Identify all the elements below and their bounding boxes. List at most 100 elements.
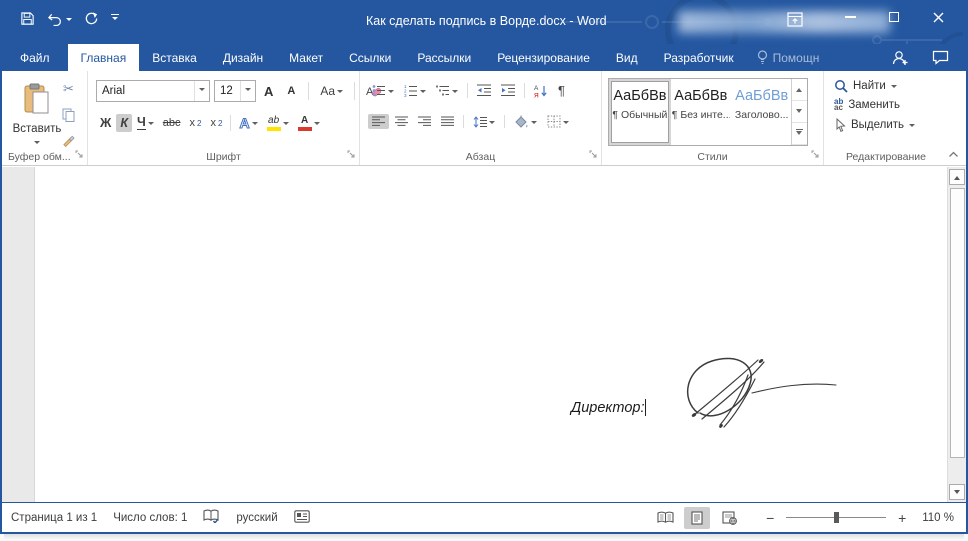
styles-gallery-more[interactable] xyxy=(792,123,807,145)
tab-developer[interactable]: Разработчик xyxy=(651,44,747,71)
superscript-button[interactable]: x2 xyxy=(207,115,227,131)
tab-mailings[interactable]: Рассылки xyxy=(404,44,484,71)
document-text-line[interactable]: Директор: xyxy=(571,399,646,416)
styles-gallery: АаБбВв ¶ Обычный АаБбВв ¶ Без инте... Аа… xyxy=(608,78,808,146)
title-bar: Как сделать подпись в Ворде.docx - Word xyxy=(2,0,966,44)
undo-dropdown[interactable] xyxy=(66,18,72,24)
scroll-up-button[interactable] xyxy=(949,169,965,185)
font-dialog-launcher[interactable] xyxy=(347,150,356,162)
signature-image[interactable] xyxy=(678,349,846,439)
web-layout-button[interactable] xyxy=(716,507,742,529)
tab-design[interactable]: Дизайн xyxy=(210,44,276,71)
word-count[interactable]: Число слов: 1 xyxy=(113,512,187,524)
scroll-down-button[interactable] xyxy=(949,484,965,500)
customize-qat-button[interactable] xyxy=(111,14,119,24)
replace-button[interactable]: abac Заменить xyxy=(834,99,915,112)
font-size-combo[interactable]: 12 xyxy=(214,80,256,102)
editing-group-label: Редактирование xyxy=(824,151,948,163)
align-left-button[interactable] xyxy=(368,114,389,129)
grow-font-button[interactable]: A xyxy=(260,82,279,101)
clipboard-small-buttons: ✂ xyxy=(58,79,79,149)
copy-icon[interactable] xyxy=(58,106,79,124)
styles-scroll-up[interactable] xyxy=(792,79,807,101)
tab-insert[interactable]: Вставка xyxy=(139,44,210,71)
cut-icon[interactable]: ✂ xyxy=(59,79,78,99)
multilevel-list-button[interactable] xyxy=(432,82,462,99)
underline-button[interactable]: Ч xyxy=(133,114,158,132)
tab-file[interactable]: Файл xyxy=(2,44,68,71)
zoom-level[interactable]: 110 % xyxy=(922,512,954,524)
paragraph-dialog-launcher[interactable] xyxy=(589,150,598,162)
sign-in-icon[interactable] xyxy=(882,45,918,71)
justify-button[interactable] xyxy=(437,114,458,129)
group-font: Arial 12 A A Aa А Ж К Ч a xyxy=(88,71,360,165)
align-right-button[interactable] xyxy=(414,114,435,129)
zoom-out-button[interactable]: − xyxy=(764,510,776,526)
tab-home[interactable]: Главная xyxy=(68,44,140,71)
borders-button[interactable] xyxy=(543,113,573,130)
svg-text:3: 3 xyxy=(404,93,407,97)
tab-view[interactable]: Вид xyxy=(603,44,651,71)
document-area[interactable]: Директор: xyxy=(2,167,966,502)
clipboard-dialog-launcher[interactable] xyxy=(75,150,84,162)
minimize-button[interactable] xyxy=(828,1,872,33)
shading-button[interactable] xyxy=(510,113,541,130)
font-family-dropdown[interactable] xyxy=(194,81,209,101)
paste-clipboard-icon xyxy=(23,83,51,115)
font-family-combo[interactable]: Arial xyxy=(96,80,210,102)
language-indicator[interactable]: русский xyxy=(236,512,277,524)
font-color-icon: А xyxy=(298,116,312,131)
subscript-button[interactable]: x2 xyxy=(186,115,206,131)
zoom-slider[interactable] xyxy=(786,517,886,518)
zoom-in-button[interactable]: + xyxy=(896,510,908,526)
select-button[interactable]: Выделить xyxy=(834,118,915,132)
shrink-font-button[interactable]: A xyxy=(283,83,301,99)
save-icon[interactable] xyxy=(20,11,35,26)
undo-button[interactable] xyxy=(47,12,72,26)
bold-button[interactable]: Ж xyxy=(96,114,115,132)
style-heading1[interactable]: АаБбВв Заголово... xyxy=(733,81,791,143)
tell-me-assistant[interactable]: Помощн xyxy=(747,44,830,71)
strikethrough-button[interactable]: abc xyxy=(159,115,185,131)
styles-group-label: Стили xyxy=(602,151,823,163)
collapse-ribbon-button[interactable] xyxy=(948,149,959,161)
redo-button[interactable] xyxy=(84,11,99,26)
increase-indent-button[interactable] xyxy=(497,82,519,99)
decrease-indent-button[interactable] xyxy=(473,82,495,99)
keyboard-language-icon[interactable] xyxy=(294,510,310,526)
bullets-button[interactable] xyxy=(368,82,398,99)
italic-button[interactable]: К xyxy=(116,114,132,132)
ribbon-display-options-button[interactable] xyxy=(784,9,806,29)
maximize-button[interactable] xyxy=(872,1,916,33)
window-title: Как сделать подпись в Ворде.docx - Word xyxy=(366,14,607,28)
change-case-button[interactable]: Aa xyxy=(316,82,347,100)
sort-button[interactable]: АЯ xyxy=(530,82,552,100)
group-paragraph: 123 АЯ ¶ xyxy=(360,71,602,165)
close-button[interactable] xyxy=(916,1,960,33)
zoom-slider-handle[interactable] xyxy=(834,512,839,523)
line-spacing-button[interactable] xyxy=(469,114,499,130)
print-layout-button[interactable] xyxy=(684,507,710,529)
page-indicator[interactable]: Страница 1 из 1 xyxy=(11,512,97,524)
font-color-button[interactable]: А xyxy=(294,114,324,133)
style-no-spacing[interactable]: АаБбВв ¶ Без инте... xyxy=(671,81,731,143)
proofing-icon[interactable] xyxy=(203,509,220,526)
comments-icon[interactable] xyxy=(922,45,958,71)
styles-scroll-down[interactable] xyxy=(792,101,807,123)
style-normal[interactable]: АаБбВв ¶ Обычный xyxy=(611,81,669,143)
font-size-dropdown[interactable] xyxy=(240,81,255,101)
scrollbar-thumb[interactable] xyxy=(950,188,965,458)
format-painter-icon[interactable] xyxy=(58,131,79,149)
text-effects-button[interactable]: А xyxy=(235,113,261,133)
tab-layout[interactable]: Макет xyxy=(276,44,336,71)
find-button[interactable]: Найти xyxy=(834,79,915,93)
align-center-button[interactable] xyxy=(391,114,412,129)
tab-references[interactable]: Ссылки xyxy=(336,44,404,71)
styles-dialog-launcher[interactable] xyxy=(811,150,820,162)
numbering-button[interactable]: 123 xyxy=(400,82,430,99)
read-mode-button[interactable] xyxy=(652,507,678,529)
highlight-button[interactable]: ab xyxy=(263,114,293,133)
tab-review[interactable]: Рецензирование xyxy=(484,44,603,71)
show-paragraph-marks-button[interactable]: ¶ xyxy=(554,81,569,100)
vertical-scrollbar[interactable] xyxy=(947,167,966,502)
